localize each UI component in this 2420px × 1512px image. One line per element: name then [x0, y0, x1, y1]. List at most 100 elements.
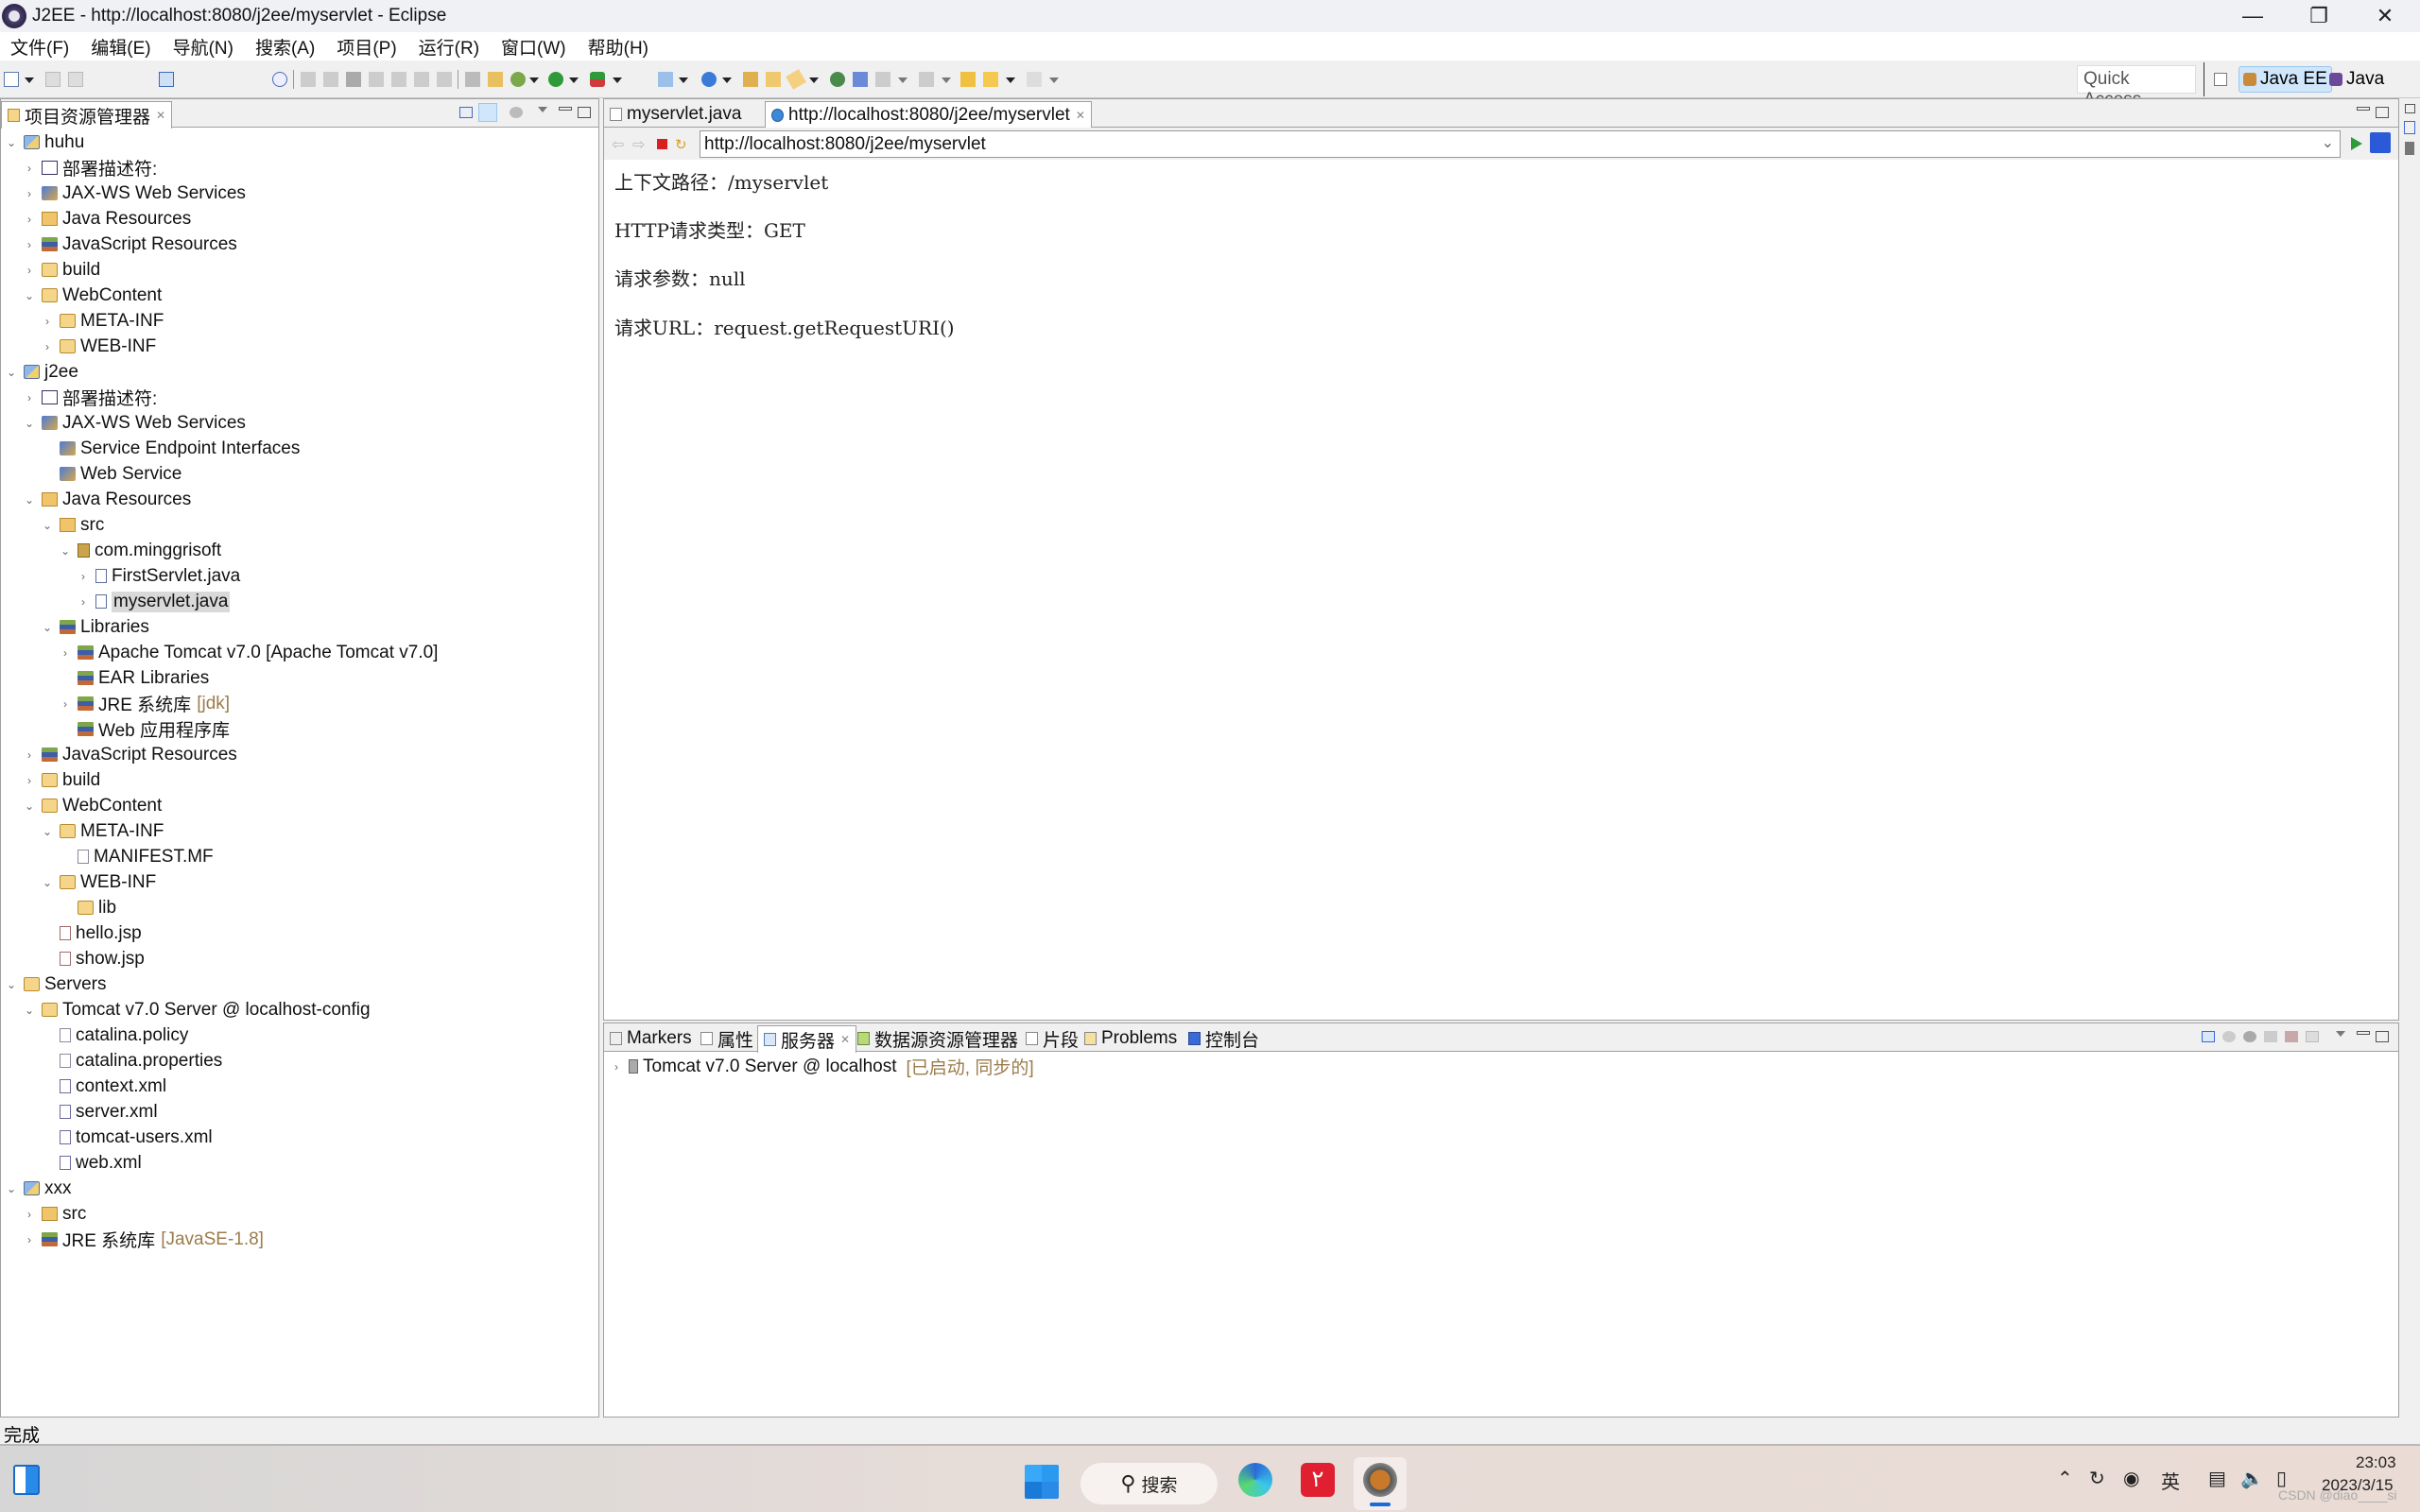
- menu-edit[interactable]: 编辑(E): [91, 34, 150, 60]
- clock-time[interactable]: 23:03: [2356, 1453, 2396, 1472]
- back-icon[interactable]: [983, 72, 998, 87]
- previous-annotation-dropdown-icon[interactable]: [942, 77, 951, 83]
- view-menu-icon[interactable]: [2336, 1031, 2345, 1037]
- tree-item[interactable]: Web 应用程序库: [59, 716, 230, 742]
- quick-access-input[interactable]: Quick Access: [2077, 65, 2196, 110]
- edge-icon[interactable]: [1238, 1463, 1272, 1497]
- chevron-right-icon[interactable]: ›: [23, 162, 36, 175]
- tree-item[interactable]: catalina.properties: [41, 1048, 222, 1074]
- maximize-view-icon[interactable]: [578, 107, 591, 118]
- run-dropdown-icon[interactable]: [569, 77, 579, 83]
- tab-markers[interactable]: Markers: [604, 1025, 698, 1052]
- new-servlet-dropdown-icon[interactable]: [722, 77, 732, 83]
- save-all-icon[interactable]: [68, 72, 83, 87]
- tree-item[interactable]: MANIFEST.MF: [59, 844, 214, 869]
- next-annotation-icon[interactable]: [875, 72, 890, 87]
- new-server-icon[interactable]: [658, 72, 673, 87]
- perspective-java-ee[interactable]: Java EE: [2238, 66, 2332, 93]
- filters-icon[interactable]: [510, 107, 523, 118]
- tab-snippets[interactable]: 片段: [1020, 1025, 1084, 1052]
- qq-icon[interactable]: ◉: [2123, 1467, 2139, 1490]
- tree-item[interactable]: › META-INF: [41, 308, 164, 334]
- menu-navigate[interactable]: 导航(N): [173, 34, 233, 60]
- browser-url-input[interactable]: http://localhost:8080/j2ee/myservlet ⌄: [700, 130, 2341, 158]
- open-browser-icon[interactable]: [830, 72, 845, 87]
- menu-help[interactable]: 帮助(H): [588, 34, 648, 60]
- tree-item[interactable]: › Java Resources: [23, 206, 191, 232]
- tree-item[interactable]: ⌄ WebContent: [23, 793, 162, 818]
- taskbar-search[interactable]: ⚲ 搜索: [1080, 1463, 1218, 1504]
- link-with-editor-icon[interactable]: [478, 103, 497, 122]
- tree-item[interactable]: ⌄ Tomcat v7.0 Server @ localhost-config: [23, 997, 371, 1022]
- start-icon[interactable]: [1025, 1465, 1059, 1499]
- outline-icon[interactable]: [2404, 121, 2415, 134]
- network-icon[interactable]: ▤: [2208, 1467, 2226, 1490]
- tree-item[interactable]: ⌄ xxx: [5, 1176, 72, 1201]
- chevron-down-icon[interactable]: ⌄: [41, 621, 54, 634]
- chevron-right-icon[interactable]: ›: [23, 774, 36, 787]
- menu-project[interactable]: 项目(P): [337, 34, 396, 60]
- minimize-view-icon[interactable]: [2357, 1031, 2370, 1035]
- chevron-right-icon[interactable]: ›: [23, 187, 36, 200]
- chevron-right-icon[interactable]: ›: [41, 340, 54, 353]
- chevron-down-icon[interactable]: ⌄: [5, 1182, 18, 1195]
- tree-item[interactable]: server.xml: [41, 1099, 158, 1125]
- external-tools-icon[interactable]: [590, 72, 605, 87]
- browser-refresh-icon[interactable]: ↻: [675, 136, 687, 153]
- close-button[interactable]: ✕: [2352, 0, 2418, 32]
- tree-item[interactable]: › 部署描述符:: [23, 385, 157, 410]
- tree-item[interactable]: ⌄ src: [41, 512, 104, 538]
- tree-item[interactable]: › JRE 系统库 [JavaSE-1.8]: [23, 1227, 264, 1252]
- maximize-view-icon[interactable]: [2376, 107, 2389, 118]
- minimize-view-icon[interactable]: [559, 107, 572, 111]
- chevron-down-icon[interactable]: ⌄: [2322, 133, 2334, 152]
- tree-item[interactable]: web.xml: [41, 1150, 142, 1176]
- chevron-right-icon[interactable]: ›: [23, 238, 36, 251]
- debug-dropdown-icon[interactable]: [529, 77, 539, 83]
- menu-window[interactable]: 窗口(W): [501, 34, 566, 60]
- show-hidden-icons[interactable]: ⌃: [2057, 1467, 2073, 1490]
- tree-item[interactable]: ⌄ Libraries: [41, 614, 149, 640]
- forward-dropdown-icon[interactable]: [1049, 77, 1059, 83]
- maximize-view-icon[interactable]: [2376, 1031, 2389, 1042]
- tree-item[interactable]: tomcat-users.xml: [41, 1125, 213, 1150]
- minimize-button[interactable]: —: [2220, 0, 2286, 32]
- skip-breakpoints-icon[interactable]: [272, 72, 287, 87]
- volume-icon[interactable]: 🔈: [2240, 1467, 2264, 1490]
- chevron-down-icon[interactable]: ⌄: [5, 978, 18, 991]
- eclipse-taskbar-button[interactable]: [1354, 1457, 1407, 1510]
- tree-item[interactable]: › build: [23, 257, 100, 283]
- tree-item[interactable]: Service Endpoint Interfaces: [41, 436, 300, 461]
- perspective-java[interactable]: Java: [2325, 66, 2388, 93]
- step-return-icon[interactable]: [437, 72, 452, 87]
- chevron-down-icon[interactable]: ⌄: [23, 289, 36, 302]
- tree-item[interactable]: › src: [23, 1201, 86, 1227]
- start-server-icon[interactable]: [2243, 1031, 2256, 1042]
- tab-problems[interactable]: Problems: [1079, 1025, 1183, 1052]
- chevron-right-icon[interactable]: ›: [23, 213, 36, 226]
- tab-data-source-explorer[interactable]: 数据源资源管理器: [852, 1025, 1024, 1052]
- go-icon[interactable]: [2351, 137, 2362, 150]
- menu-run[interactable]: 运行(R): [419, 34, 479, 60]
- browser-back-icon[interactable]: ⇦: [612, 135, 624, 154]
- tree-item[interactable]: lib: [59, 895, 116, 920]
- search-dropdown-icon[interactable]: [809, 77, 819, 83]
- chevron-right-icon[interactable]: ›: [23, 748, 36, 762]
- save-icon[interactable]: [45, 72, 60, 87]
- last-edit-location-icon[interactable]: [960, 72, 976, 87]
- task-list-icon[interactable]: [2405, 142, 2414, 155]
- chevron-right-icon[interactable]: ›: [23, 391, 36, 404]
- netease-music-icon[interactable]: ٢: [1301, 1463, 1335, 1497]
- new-icon[interactable]: [4, 72, 19, 87]
- chevron-right-icon[interactable]: ›: [77, 570, 90, 583]
- tab-servers[interactable]: 服务器 ✕: [757, 1025, 857, 1053]
- tree-item[interactable]: hello.jsp: [41, 920, 142, 946]
- chevron-down-icon[interactable]: ⌄: [41, 519, 54, 532]
- next-annotation-dropdown-icon[interactable]: [898, 77, 908, 83]
- tree-item[interactable]: Web Service: [41, 461, 182, 487]
- tab-myservlet-java[interactable]: myservlet.java: [604, 101, 763, 128]
- menu-file[interactable]: 文件(F): [10, 34, 69, 60]
- chevron-right-icon[interactable]: ›: [77, 595, 90, 609]
- new-servlet-icon[interactable]: [701, 72, 717, 87]
- tree-item[interactable]: › Apache Tomcat v7.0 [Apache Tomcat v7.0]: [59, 640, 438, 665]
